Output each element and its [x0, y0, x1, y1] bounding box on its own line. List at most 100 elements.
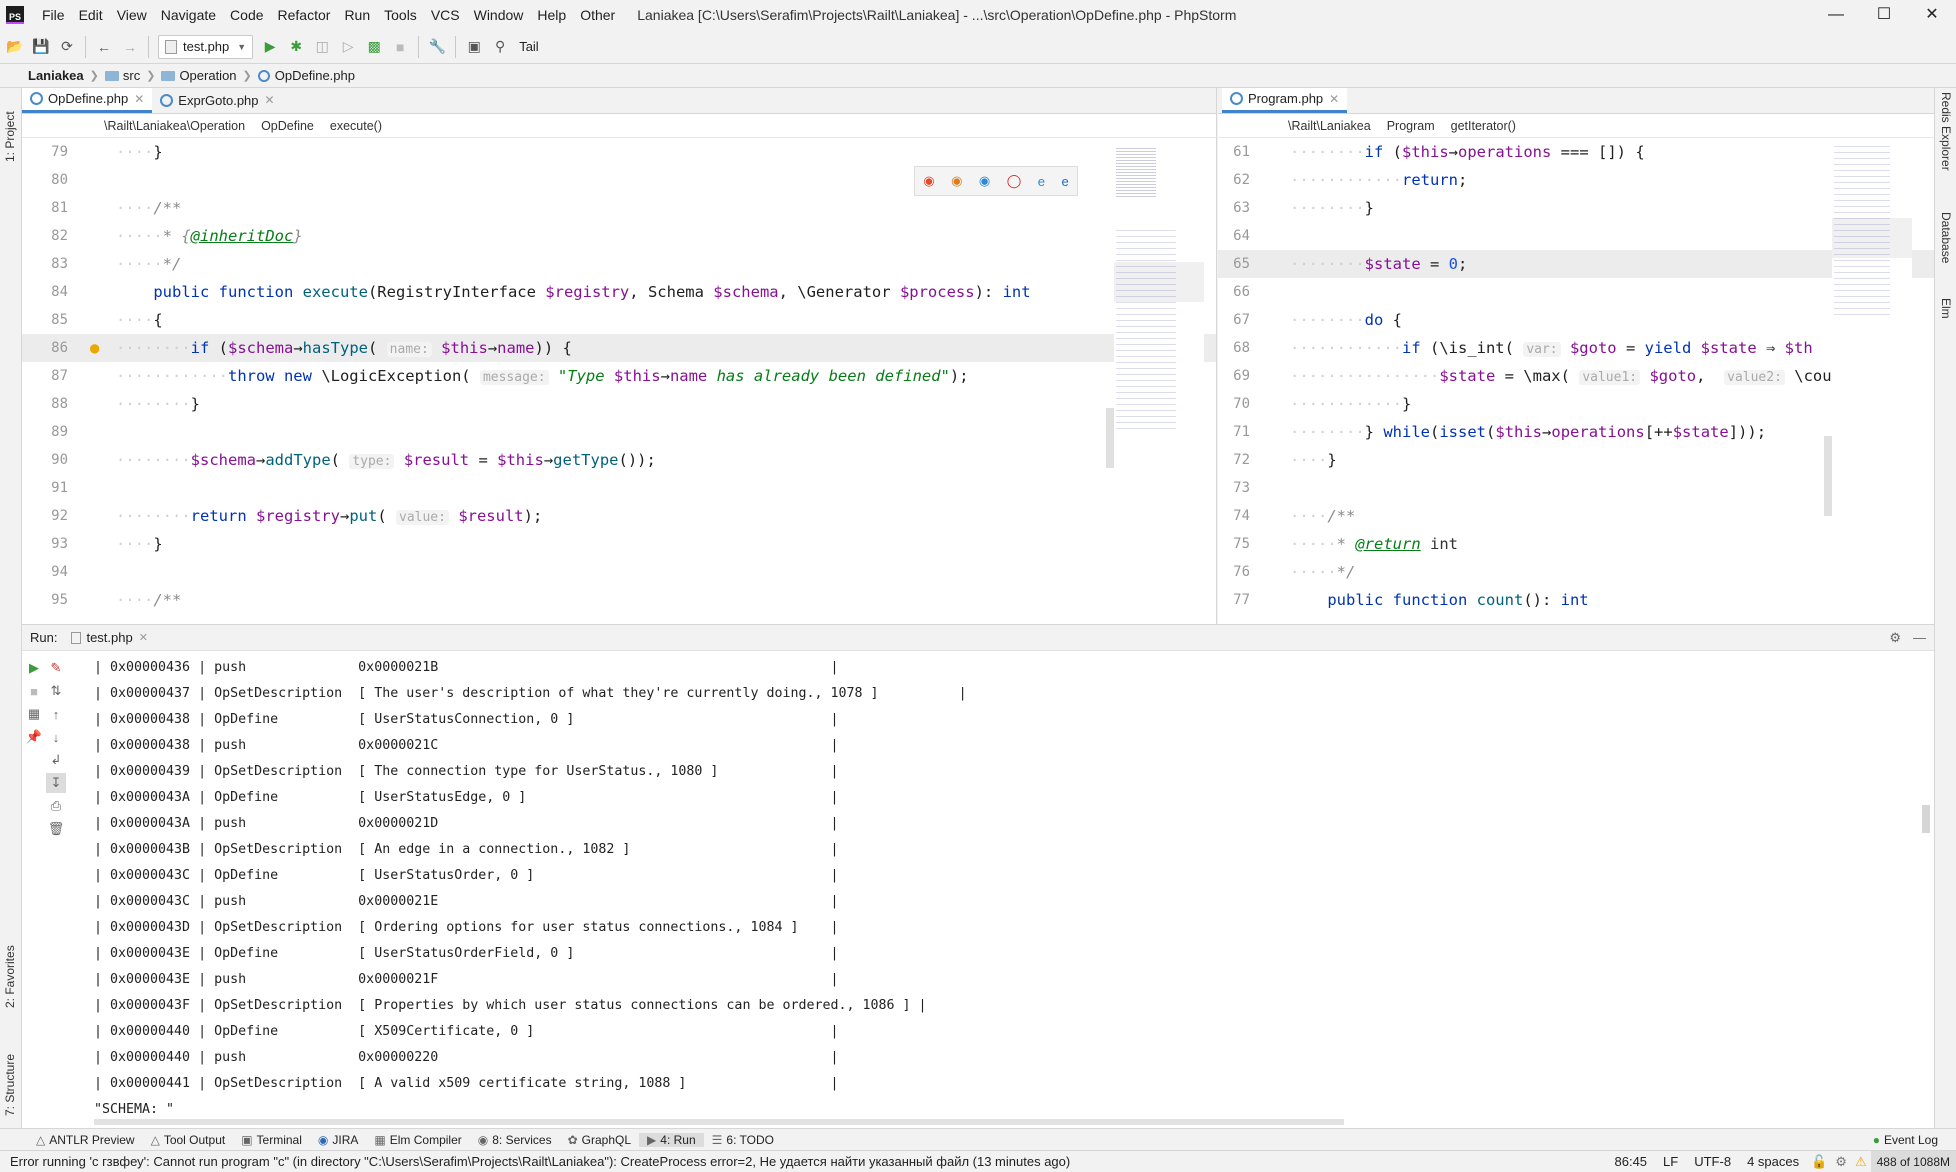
down-arrow-icon[interactable]: ↓: [46, 727, 66, 747]
build-icon[interactable]: ▩: [361, 34, 387, 60]
status-message[interactable]: Error running 'c гзвфеу': Cannot run pro…: [10, 1154, 1070, 1169]
safari-icon[interactable]: ◉: [979, 173, 990, 189]
coverage-icon[interactable]: ◫: [309, 34, 335, 60]
minimap-viewport[interactable]: [1114, 262, 1204, 302]
close-tab-icon[interactable]: ✕: [139, 631, 148, 644]
menu-window[interactable]: Window: [468, 0, 532, 30]
stop-icon[interactable]: ■: [24, 681, 44, 701]
tool-output-button[interactable]: △ Tool Output: [143, 1133, 234, 1147]
crumb-class[interactable]: OpDefine: [253, 119, 322, 133]
menu-view[interactable]: View: [111, 0, 155, 30]
sort-icon[interactable]: ⇅: [46, 681, 66, 701]
breadcrumb-file[interactable]: OpDefine.php: [254, 68, 359, 83]
tab-opdefine[interactable]: OpDefine.php ✕: [22, 88, 153, 113]
structure-tool-button[interactable]: 7: Structure: [3, 1036, 17, 1116]
crumb-class[interactable]: Program: [1379, 119, 1443, 133]
terminal-button[interactable]: ▣ Terminal: [233, 1133, 310, 1147]
menu-navigate[interactable]: Navigate: [155, 0, 224, 30]
layout-icon[interactable]: ▦: [24, 704, 44, 724]
open-folder-icon[interactable]: 📂: [2, 34, 28, 60]
antlr-preview-button[interactable]: △ ANTLR Preview: [28, 1133, 143, 1147]
minimap[interactable]: [1832, 140, 1912, 620]
minimap[interactable]: [1114, 140, 1204, 620]
todo-button[interactable]: ☰ 6: TODO: [704, 1133, 782, 1147]
elm-tool-button[interactable]: Elm: [1939, 298, 1953, 338]
database-tool-button[interactable]: Database: [1939, 212, 1953, 282]
search-icon[interactable]: ⚲: [487, 34, 513, 60]
editor-scrollbar[interactable]: [1824, 436, 1832, 516]
favorites-tool-button[interactable]: 2: Favorites: [3, 928, 17, 1008]
stop-icon[interactable]: ■: [387, 34, 413, 60]
tab-exprgoto[interactable]: ExprGoto.php ✕: [152, 88, 282, 113]
console-scrollbar[interactable]: [1922, 805, 1930, 833]
sync-icon[interactable]: ⟳: [54, 34, 80, 60]
file-encoding[interactable]: UTF-8: [1686, 1154, 1739, 1169]
maximize-icon[interactable]: ☐: [1860, 0, 1908, 30]
forward-icon[interactable]: →: [117, 34, 143, 60]
editor-scrollbar[interactable]: [1106, 408, 1114, 468]
close-tab-icon[interactable]: ✕: [1329, 92, 1339, 106]
redis-explorer-tool-button[interactable]: Redis Explorer: [1939, 92, 1953, 192]
left-code-area[interactable]: 79 ····} 80 81 ····/** 82 ·····* {@inheritD…: [22, 138, 1216, 614]
caret-position[interactable]: 86:45: [1607, 1154, 1656, 1169]
run-with-profiler-icon[interactable]: ▷: [335, 34, 361, 60]
graphql-button[interactable]: ✿ GraphQL: [560, 1133, 639, 1147]
gear-icon[interactable]: ⚙: [1889, 630, 1901, 646]
rerun-icon[interactable]: ▶: [24, 658, 44, 678]
right-code-area[interactable]: 61 ········if ($this→operations === []) {…: [1218, 138, 1934, 614]
ie-icon[interactable]: e: [1038, 174, 1045, 189]
soft-wrap-icon[interactable]: ↲: [46, 750, 66, 770]
save-icon[interactable]: 💾: [28, 34, 54, 60]
chrome-icon[interactable]: ◉: [923, 173, 934, 189]
crumb-namespace[interactable]: \Railt\Laniakea: [1218, 119, 1379, 133]
elm-compiler-button[interactable]: ▦ Elm Compiler: [366, 1133, 469, 1147]
trash-icon[interactable]: 🗑: [46, 819, 66, 839]
close-tab-icon[interactable]: ✕: [265, 93, 275, 107]
services-button[interactable]: ◉ 8: Services: [470, 1133, 560, 1147]
event-log-button[interactable]: ● Event Log: [1865, 1133, 1946, 1147]
crumb-method[interactable]: getIterator(): [1443, 119, 1524, 133]
opera-icon[interactable]: ◯: [1007, 173, 1022, 189]
minimap-viewport[interactable]: [1832, 218, 1912, 258]
scroll-to-end-icon[interactable]: ↧: [46, 773, 66, 793]
crumb-method[interactable]: execute(): [322, 119, 390, 133]
menu-run[interactable]: Run: [338, 0, 378, 30]
menu-other[interactable]: Other: [574, 0, 623, 30]
tab-program[interactable]: Program.php ✕: [1222, 88, 1348, 113]
close-icon[interactable]: ✕: [1908, 0, 1956, 30]
breadcrumb-project[interactable]: Laniakea: [0, 68, 88, 83]
menu-edit[interactable]: Edit: [73, 0, 111, 30]
clear-icon[interactable]: ✎: [46, 658, 66, 678]
jira-button[interactable]: ◉ JIRA: [310, 1133, 367, 1147]
inspector-icon[interactable]: ⚙: [1831, 1154, 1851, 1170]
console-output[interactable]: | 0x00000436 | push 0x0000021B | | 0x000…: [94, 651, 1894, 1121]
tail-button[interactable]: Tail: [519, 39, 539, 54]
breadcrumb-operation[interactable]: Operation: [157, 68, 240, 83]
notification-icon[interactable]: ⚠: [1851, 1154, 1871, 1170]
menu-code[interactable]: Code: [224, 0, 271, 30]
print-icon[interactable]: ⎙: [46, 796, 66, 816]
project-tool-button[interactable]: 1: Project: [3, 92, 17, 162]
menu-refactor[interactable]: Refactor: [272, 0, 339, 30]
firefox-icon[interactable]: ◉: [951, 173, 962, 189]
up-arrow-icon[interactable]: ↑: [46, 704, 66, 724]
edge-icon[interactable]: e: [1061, 174, 1068, 189]
terminal-icon[interactable]: ▣: [461, 34, 487, 60]
hide-panel-icon[interactable]: —: [1913, 630, 1926, 645]
line-separator[interactable]: LF: [1655, 1154, 1686, 1169]
menu-tools[interactable]: Tools: [378, 0, 425, 30]
intention-bulb-icon[interactable]: ●: [90, 334, 99, 362]
indent-setting[interactable]: 4 spaces: [1739, 1154, 1807, 1169]
pin-icon[interactable]: 📌: [24, 727, 44, 747]
back-icon[interactable]: ←: [91, 34, 117, 60]
close-tab-icon[interactable]: ✕: [134, 92, 144, 106]
menu-help[interactable]: Help: [531, 0, 574, 30]
memory-indicator[interactable]: 488 of 1088M: [1870, 1150, 1956, 1172]
console-hscrollbar[interactable]: [94, 1119, 1344, 1125]
menu-file[interactable]: File: [36, 0, 73, 30]
settings-wrench-icon[interactable]: 🔧: [424, 34, 450, 60]
lock-icon[interactable]: 🔓: [1807, 1154, 1831, 1170]
crumb-namespace[interactable]: \Railt\Laniakea\Operation: [22, 119, 253, 133]
breadcrumb-src[interactable]: src: [101, 68, 144, 83]
run-button[interactable]: ▶ 4: Run: [639, 1132, 704, 1147]
